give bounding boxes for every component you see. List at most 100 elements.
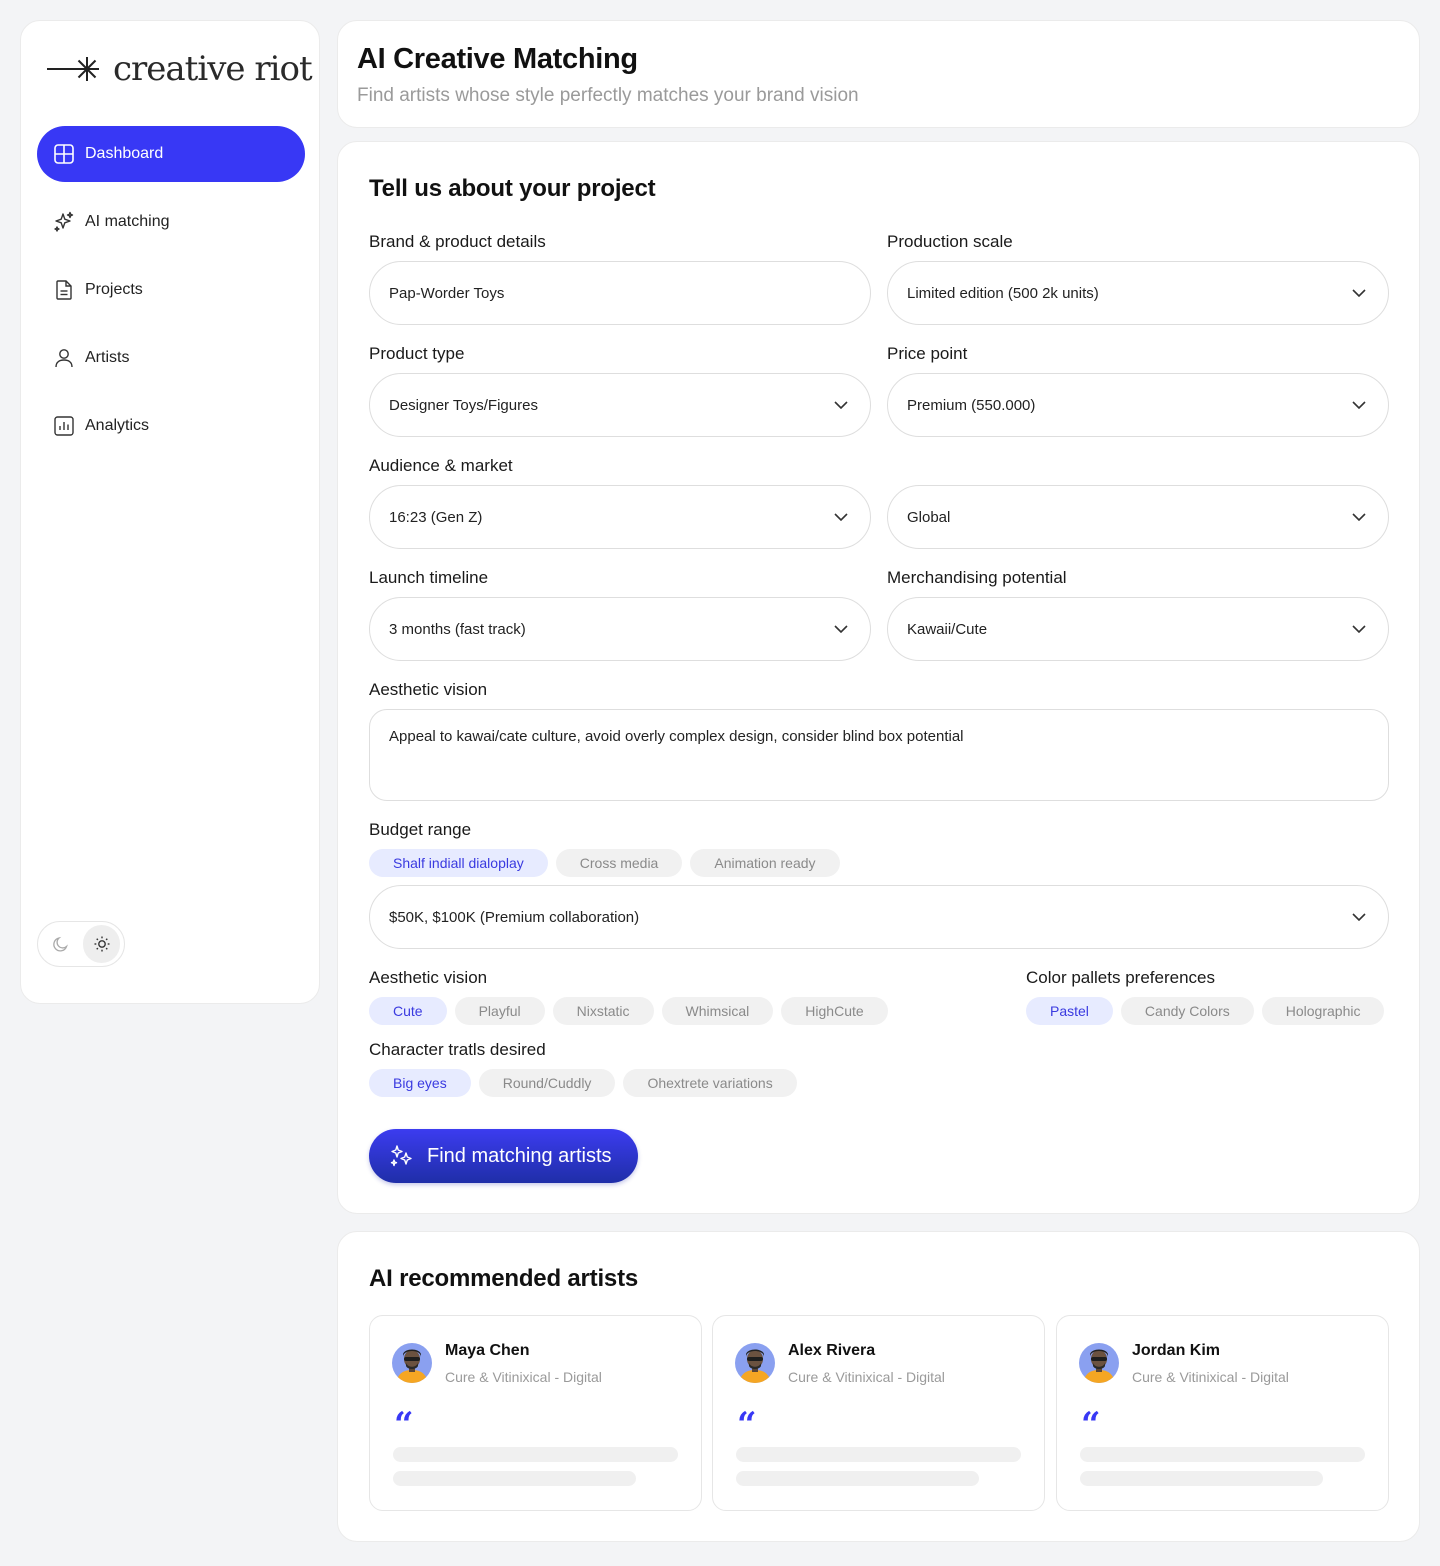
artist-name: Jordan Kim [1132,1342,1221,1359]
chip-aesthetic-0[interactable]: Cute [369,997,447,1025]
sidebar-item-label: Analytics [85,417,150,434]
color-label: Color pallets preferences [1026,968,1215,987]
sidebar-item-artists[interactable]: Artists [37,330,305,386]
chip-color-2[interactable]: Holographic [1261,997,1385,1025]
traits-chips: Big eyes Round/Cuddly Ohextrete variatio… [369,1069,797,1097]
dashboard-icon [54,144,74,164]
artist-card[interactable]: Jordan Kim Cure & Vitinixical - Digital … [1056,1315,1389,1511]
chip-budget-1[interactable]: Cross media [555,849,683,877]
chip-traits-0[interactable]: Big eyes [369,1069,471,1097]
timeline-select-value: 3 months (fast track) [389,620,526,638]
chip-aesthetic-4[interactable]: HighCute [781,997,888,1025]
chip-aesthetic-1[interactable]: Playful [454,997,545,1025]
sun-icon [94,936,109,952]
budget-select[interactable]: $50K, $100K (Premium collaboration) [369,885,1389,949]
skeleton-line [1080,1447,1365,1462]
sparkle-icon [390,1145,412,1167]
price-select[interactable]: Premium (550.000) [887,373,1389,437]
vision-label: Aesthetic vision [369,680,488,699]
recommendations-title: AI recommended artists [369,1265,639,1292]
quote-icon: “ [1081,1405,1101,1445]
aesthetic-chips: Cute Playful Nixstatic Whimsical HighCut… [369,997,888,1025]
avatar-illustration-icon [1079,1343,1119,1383]
moon-icon [52,936,68,952]
form-title: Tell us about your project [369,175,656,202]
sidebar-item-label: Artists [85,349,130,366]
chevron-down-icon [1352,401,1366,409]
sidebar-nav: Dashboard AI matching Projects Artists A… [37,126,305,466]
chevron-down-icon [1352,513,1366,521]
sparkle-icon [54,211,74,232]
budget-label: Budget range [369,820,472,839]
timeline-select[interactable]: 3 months (fast track) [369,597,871,661]
sidebar-item-label: AI matching [85,213,170,230]
chip-aesthetic-2[interactable]: Nixstatic [552,997,654,1025]
skeleton-line [736,1447,1021,1462]
scale-label: Production scale [887,232,1013,251]
product-select[interactable]: Designer Toys/Figures [369,373,871,437]
avatar [392,1343,432,1383]
color-chips: Pastel Candy Colors Holographic [1026,997,1385,1025]
avatar [735,1343,775,1383]
avatar-illustration-icon [392,1343,432,1383]
brand-logo[interactable]: creative riot [47,49,313,89]
brand-name: creative riot [113,49,313,89]
document-icon [56,280,72,300]
chip-budget-0[interactable]: Shalf indiall dialoplay [369,849,548,877]
project-form: Tell us about your project Brand & produ… [337,141,1420,1214]
chevron-down-icon [834,625,848,633]
sidebar-item-analytics[interactable]: Analytics [37,398,305,454]
sidebar: creative riot Dashboard AI matching Proj… [20,20,320,1004]
dark-mode-button[interactable] [42,925,79,963]
find-matching-artists-button[interactable]: Find matching artists [369,1129,638,1183]
asterisk-logo-icon [47,57,99,81]
sidebar-item-ai-matching[interactable]: AI matching [37,194,305,250]
chip-traits-2[interactable]: Ohextrete variations [623,1069,797,1097]
brand-input[interactable]: Pap-Worder Toys [369,261,871,325]
chevron-down-icon [834,401,848,409]
sidebar-item-label: Projects [85,281,143,298]
find-matching-artists-label: Find matching artists [427,1144,612,1167]
vision-textarea[interactable]: Appeal to kawai/cate culture, avoid over… [369,709,1389,801]
timeline-label: Launch timeline [369,568,489,587]
avatar [1079,1343,1119,1383]
budget-chips: Shalf indiall dialoplay Cross media Anim… [369,849,840,877]
sidebar-item-label: Dashboard [85,145,164,162]
page-header: AI Creative Matching Find artists whose … [337,20,1420,128]
audience-select-value: 16:23 (Gen Z) [389,508,483,526]
traits-label: Character tratls desired [369,1040,546,1059]
sidebar-item-dashboard[interactable]: Dashboard [37,126,305,182]
budget-select-value: $50K, $100K (Premium collaboration) [389,908,640,926]
audience-select[interactable]: 16:23 (Gen Z) [369,485,871,549]
chip-traits-1[interactable]: Round/Cuddly [478,1069,616,1097]
brand-input-value: Pap-Worder Toys [389,284,505,302]
merch-select-value: Kawaii/Cute [907,620,988,638]
audience-label: Audience & market [369,456,513,475]
avatar-illustration-icon [735,1343,775,1383]
chip-color-1[interactable]: Candy Colors [1120,997,1254,1025]
artist-name: Alex Rivera [788,1342,876,1359]
artist-meta: Cure & Vitinixical - Digital [1132,1369,1289,1385]
chip-color-0[interactable]: Pastel [1026,997,1113,1025]
skeleton-line [736,1471,979,1486]
scale-select[interactable]: Limited edition (500 2k units) [887,261,1389,325]
merch-label: Merchandising potential [887,568,1067,587]
artist-card[interactable]: Maya Chen Cure & Vitinixical - Digital “ [369,1315,702,1511]
chevron-down-icon [1352,625,1366,633]
chip-budget-2[interactable]: Animation ready [690,849,840,877]
light-mode-button[interactable] [83,925,120,963]
brand-label: Brand & product details [369,232,546,251]
chip-aesthetic-3[interactable]: Whimsical [661,997,774,1025]
artist-meta: Cure & Vitinixical - Digital [788,1369,945,1385]
product-label: Product type [369,344,465,363]
skeleton-line [393,1447,678,1462]
artist-card[interactable]: Alex Rivera Cure & Vitinixical - Digital… [712,1315,1045,1511]
theme-toggle[interactable] [37,921,125,967]
market-select[interactable]: Global [887,485,1389,549]
sidebar-item-projects[interactable]: Projects [37,262,305,318]
price-label: Price point [887,344,968,363]
merch-select[interactable]: Kawaii/Cute [887,597,1389,661]
page-title: AI Creative Matching [357,43,638,75]
product-select-value: Designer Toys/Figures [389,396,538,414]
chevron-down-icon [834,513,848,521]
